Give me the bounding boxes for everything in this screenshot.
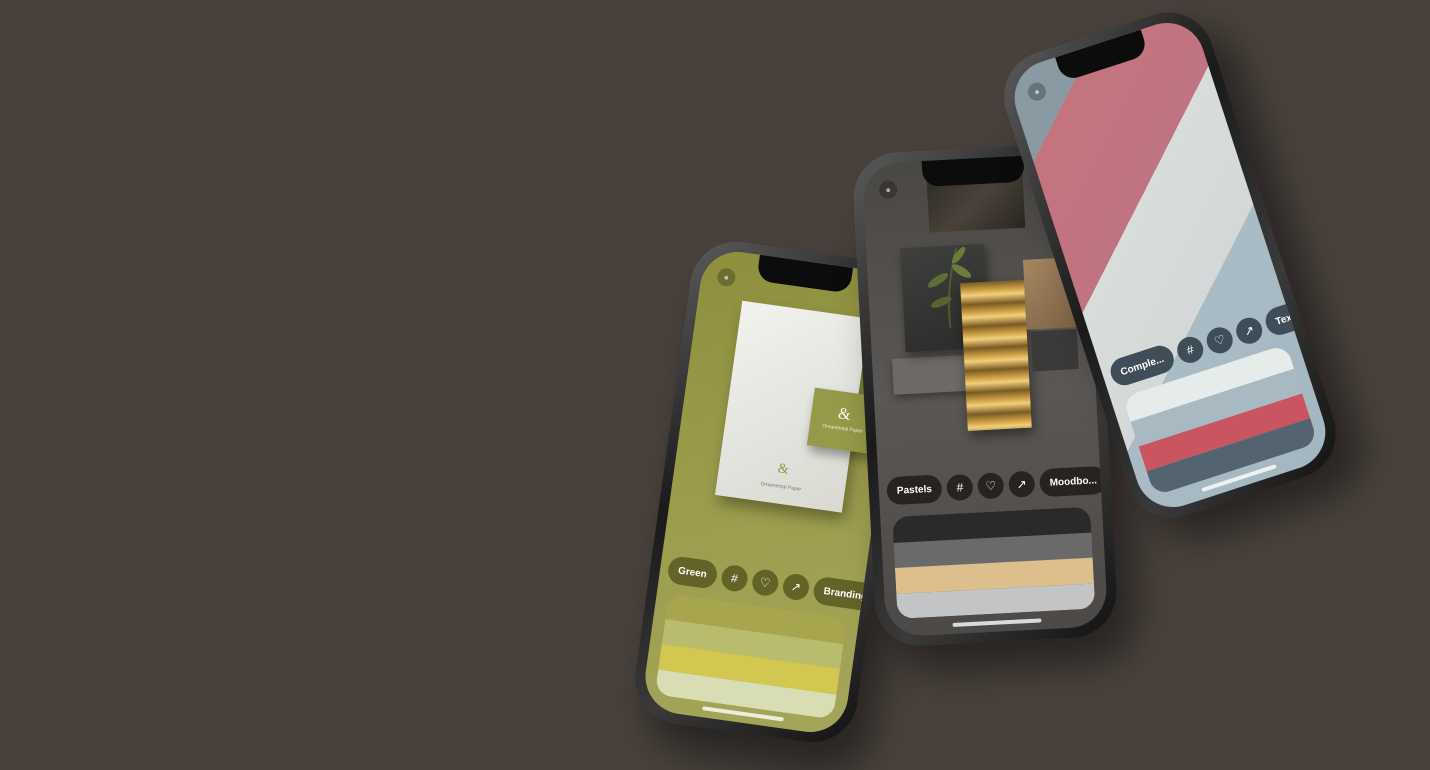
heart-icon[interactable]: ♡ — [977, 472, 1005, 500]
tag-pill[interactable]: Green — [666, 555, 719, 590]
dark-sample — [1030, 329, 1079, 372]
share-icon[interactable]: ↗ — [1008, 470, 1036, 498]
settings-icon[interactable]: ● — [1025, 80, 1049, 103]
toolbar: Pastels # ♡ ↗ Moodbo... — [886, 465, 1108, 506]
mockup-scene: ● & Ornamental Paper & Ornamental Paper … — [0, 0, 1430, 770]
heart-icon[interactable]: ♡ — [750, 567, 780, 598]
color-palette — [892, 506, 1096, 619]
settings-icon[interactable]: ● — [716, 267, 737, 288]
category-pill[interactable]: Branding — [811, 575, 879, 613]
category-pill[interactable]: Textiles — [1262, 294, 1325, 339]
settings-icon[interactable]: ● — [878, 180, 898, 200]
hash-icon[interactable]: # — [946, 473, 974, 502]
hash-icon[interactable]: # — [1173, 333, 1207, 367]
notch — [756, 254, 853, 294]
color-palette — [654, 593, 848, 720]
leaf-branch — [922, 239, 975, 331]
share-icon[interactable]: ↗ — [781, 572, 811, 602]
hash-icon[interactable]: # — [719, 563, 750, 594]
home-indicator[interactable] — [952, 618, 1042, 628]
category-pill[interactable]: Moodbo... — [1038, 465, 1108, 498]
heart-icon[interactable]: ♡ — [1203, 323, 1237, 357]
notch — [1055, 29, 1149, 83]
share-icon[interactable]: ↗ — [1232, 314, 1266, 348]
tag-pill[interactable]: Pastels — [886, 474, 943, 506]
notch — [921, 155, 1025, 187]
